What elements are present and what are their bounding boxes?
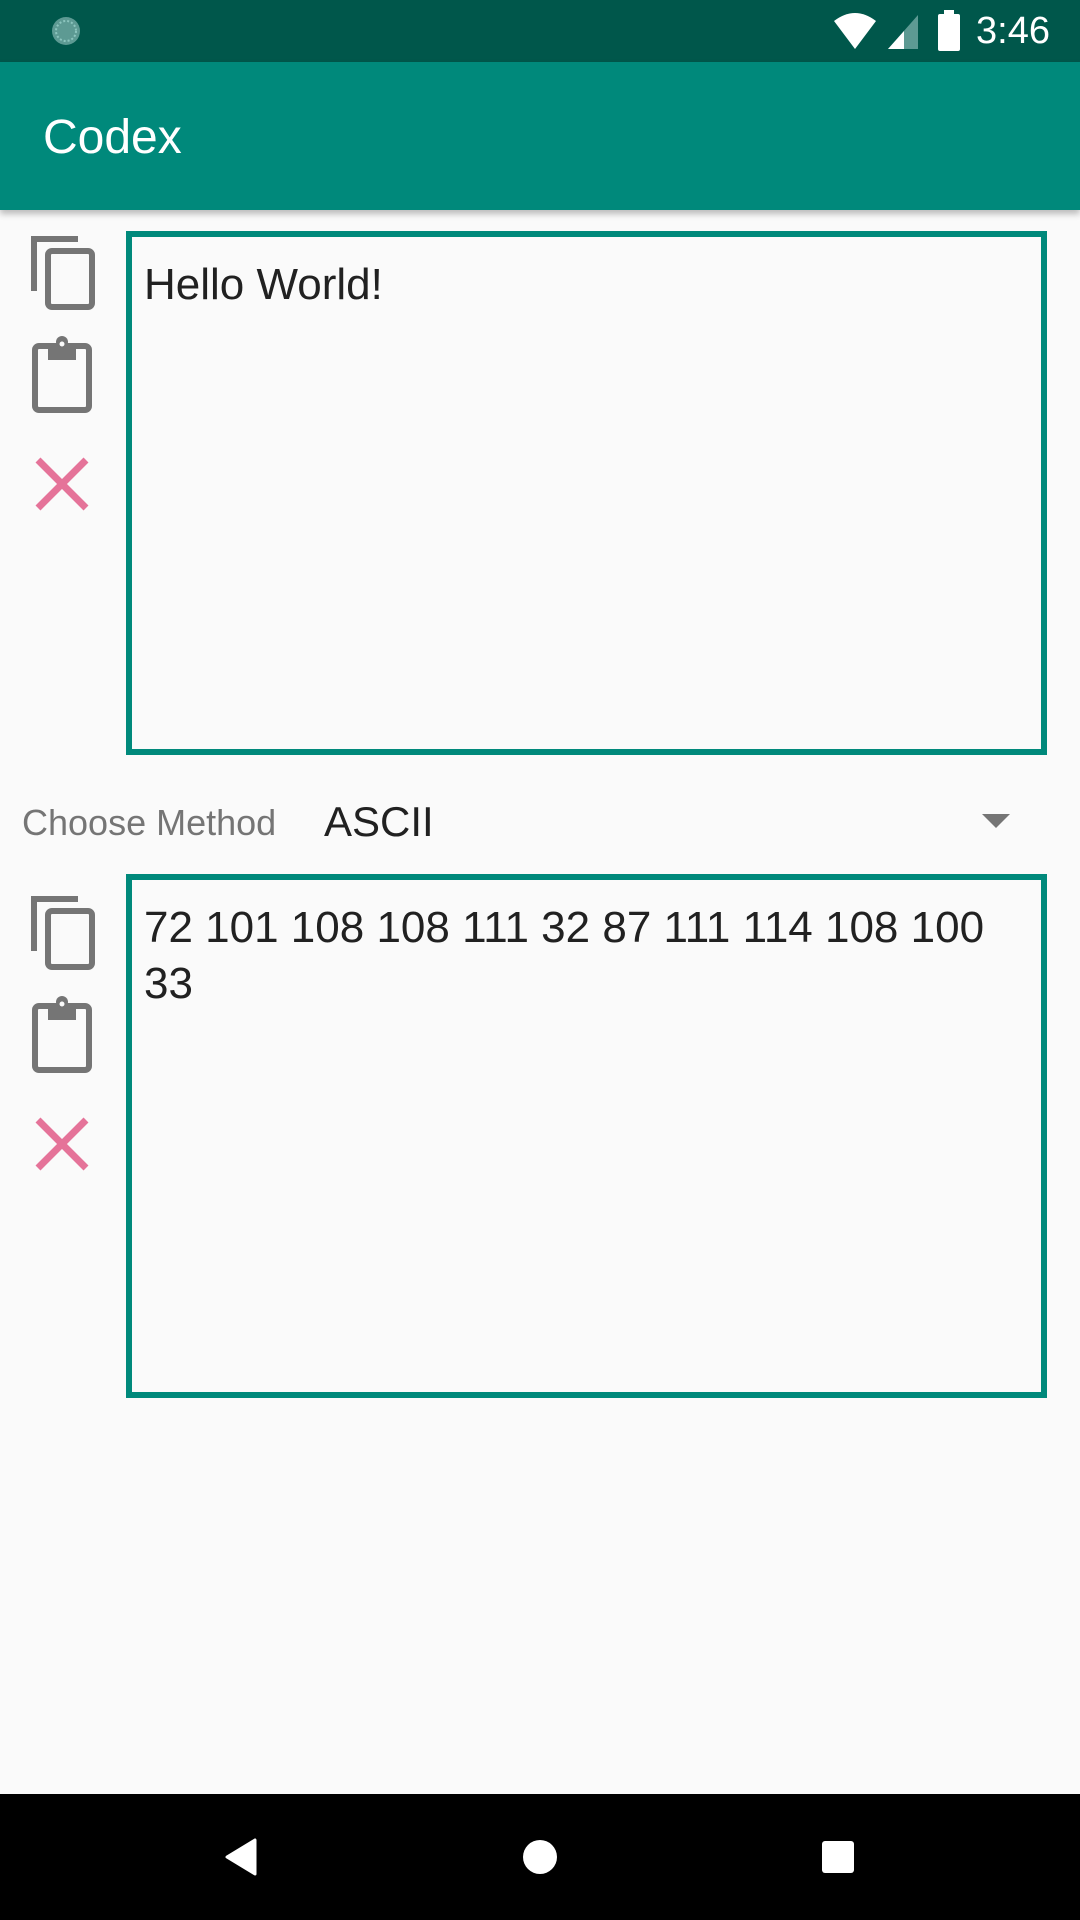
app-bar: Codex bbox=[0, 62, 1080, 210]
clock: 3:46 bbox=[976, 9, 1050, 52]
method-dropdown[interactable]: ASCII bbox=[310, 790, 1030, 860]
copy-input-button[interactable] bbox=[26, 232, 98, 312]
paste-icon bbox=[32, 336, 92, 413]
battery-icon bbox=[938, 10, 961, 51]
sync-icon bbox=[52, 17, 80, 45]
paste-output-button[interactable] bbox=[26, 995, 98, 1075]
recents-button[interactable] bbox=[808, 1832, 868, 1882]
output-text-area[interactable]: 72 101 108 108 111 32 87 111 114 108 100… bbox=[126, 874, 1047, 1398]
signal-icon bbox=[888, 15, 919, 49]
back-icon bbox=[225, 1838, 257, 1876]
method-selected-value: ASCII bbox=[324, 798, 434, 845]
clear-icon bbox=[35, 457, 89, 511]
input-text: Hello World! bbox=[144, 260, 383, 309]
paste-icon bbox=[32, 996, 92, 1073]
status-bar: 3:46 bbox=[0, 0, 1080, 62]
home-icon bbox=[523, 1840, 557, 1874]
clear-input-button[interactable] bbox=[26, 444, 98, 524]
recents-icon bbox=[822, 1841, 854, 1873]
back-button[interactable] bbox=[210, 1832, 270, 1882]
navigation-bar bbox=[0, 1794, 1080, 1920]
input-text-area[interactable]: Hello World! bbox=[126, 231, 1047, 755]
method-label: Choose Method bbox=[22, 802, 277, 843]
output-text: 72 101 108 108 111 32 87 111 114 108 100… bbox=[144, 903, 985, 1008]
dropdown-arrow-icon bbox=[982, 814, 1010, 828]
clear-icon bbox=[35, 1117, 89, 1171]
app-title: Codex bbox=[43, 111, 182, 164]
copy-output-button[interactable] bbox=[26, 892, 98, 972]
wifi-icon bbox=[834, 13, 877, 49]
paste-input-button[interactable] bbox=[26, 335, 98, 415]
copy-icon bbox=[31, 236, 95, 310]
copy-icon bbox=[31, 896, 95, 970]
clear-output-button[interactable] bbox=[26, 1104, 98, 1184]
method-row: Choose Method ASCII bbox=[0, 790, 1080, 860]
home-button[interactable] bbox=[510, 1832, 570, 1882]
